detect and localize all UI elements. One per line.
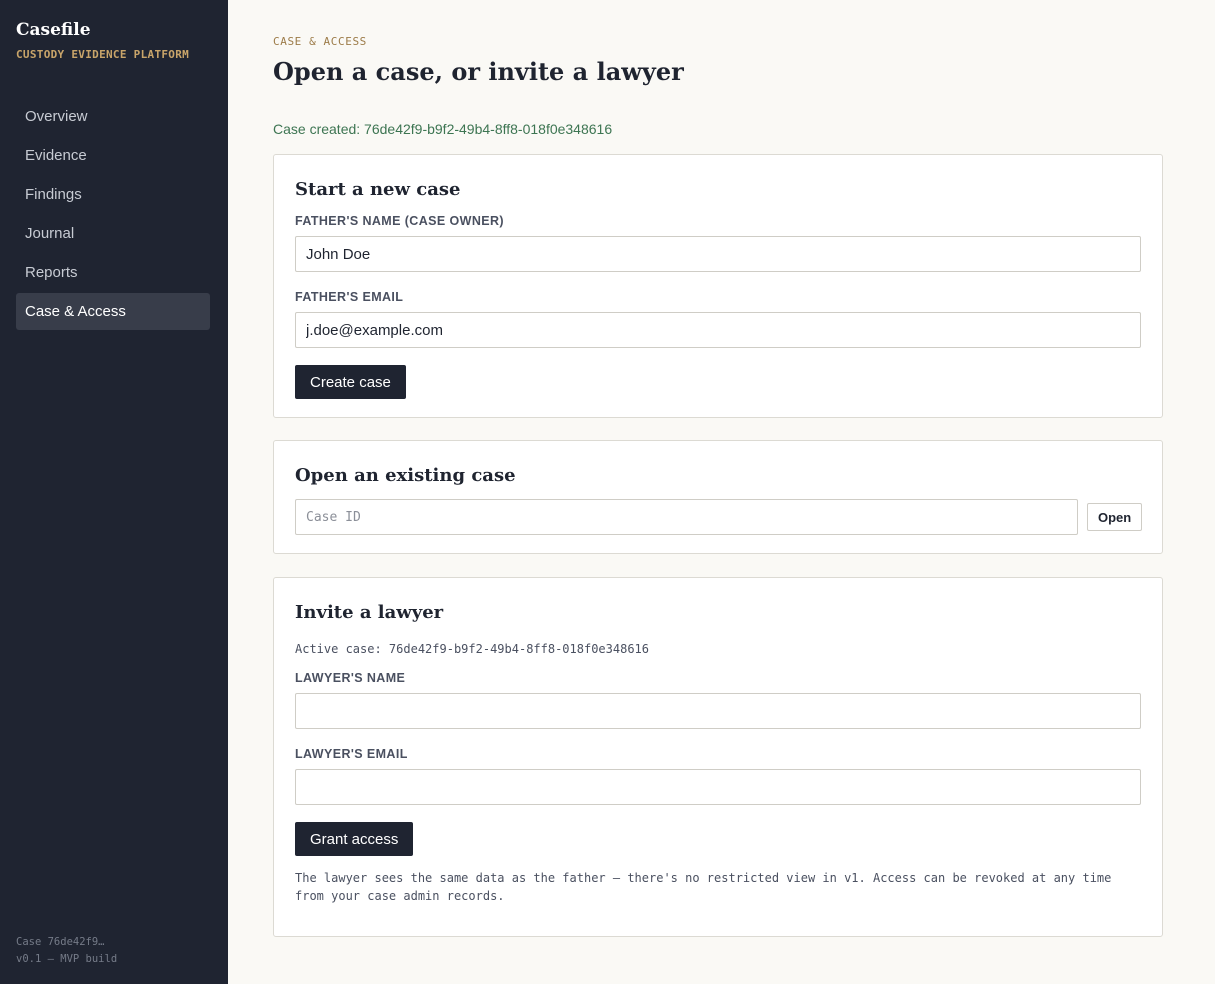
sidebar: Casefile CUSTODY EVIDENCE PLATFORM Overv… [0,0,228,984]
new-case-title: Start a new case [295,179,461,200]
app-title: Casefile [16,20,91,40]
lawyer-name-label: LAWYER'S NAME [295,671,406,685]
active-case-text: Active case: 76de42f9-b9f2-49b4-8ff8-018… [295,642,650,656]
father-email-label: FATHER'S EMAIL [295,290,404,304]
new-case-card: Start a new case FATHER'S NAME (CASE OWN… [273,154,1163,418]
sidebar-nav: Overview Evidence Findings Journal Repor… [16,98,210,332]
lawyer-email-label: LAWYER'S EMAIL [295,747,408,761]
sidebar-item-reports[interactable]: Reports [16,254,210,291]
sidebar-item-label: Evidence [25,147,87,164]
sidebar-item-label: Overview [25,108,88,125]
father-name-input[interactable] [295,236,1141,272]
invite-lawyer-title: Invite a lawyer [295,602,444,623]
app-subtitle: CUSTODY EVIDENCE PLATFORM [16,48,190,61]
existing-case-title: Open an existing case [295,465,516,486]
sidebar-item-evidence[interactable]: Evidence [16,137,210,174]
sidebar-item-overview[interactable]: Overview [16,98,210,135]
lawyer-email-input[interactable] [295,769,1141,805]
open-case-button[interactable]: Open [1087,503,1143,531]
sidebar-item-journal[interactable]: Journal [16,215,210,252]
page-eyebrow: CASE & ACCESS [273,35,367,48]
access-note: The lawyer sees the same data as the fat… [295,871,1112,903]
page-title: Open a case, or invite a lawyer [273,57,684,86]
sidebar-item-findings[interactable]: Findings [16,176,210,213]
case-id-input[interactable] [295,499,1078,535]
sidebar-item-case-access[interactable]: Case & Access [16,293,210,330]
footer-version: v0.1 — MVP build [16,953,118,965]
father-email-input[interactable] [295,312,1141,348]
sidebar-item-label: Case & Access [25,303,126,320]
father-name-label: FATHER'S NAME (CASE OWNER) [295,214,504,228]
case-created-message: Case created: 76de42f9-b9f2-49b4-8ff8-01… [273,121,613,137]
create-case-button[interactable]: Create case [295,365,406,399]
invite-lawyer-card: Invite a lawyer Active case: 76de42f9-b9… [273,577,1163,937]
sidebar-item-label: Journal [25,225,75,242]
lawyer-name-input[interactable] [295,693,1141,729]
existing-case-card: Open an existing case Open [273,440,1163,554]
sidebar-item-label: Findings [25,186,82,203]
grant-access-button[interactable]: Grant access [295,822,414,856]
footer-case-id: Case 76de42f9… [16,936,105,948]
sidebar-item-label: Reports [25,264,78,281]
sidebar-footer: Case 76de42f9… v0.1 — MVP build [16,934,117,968]
